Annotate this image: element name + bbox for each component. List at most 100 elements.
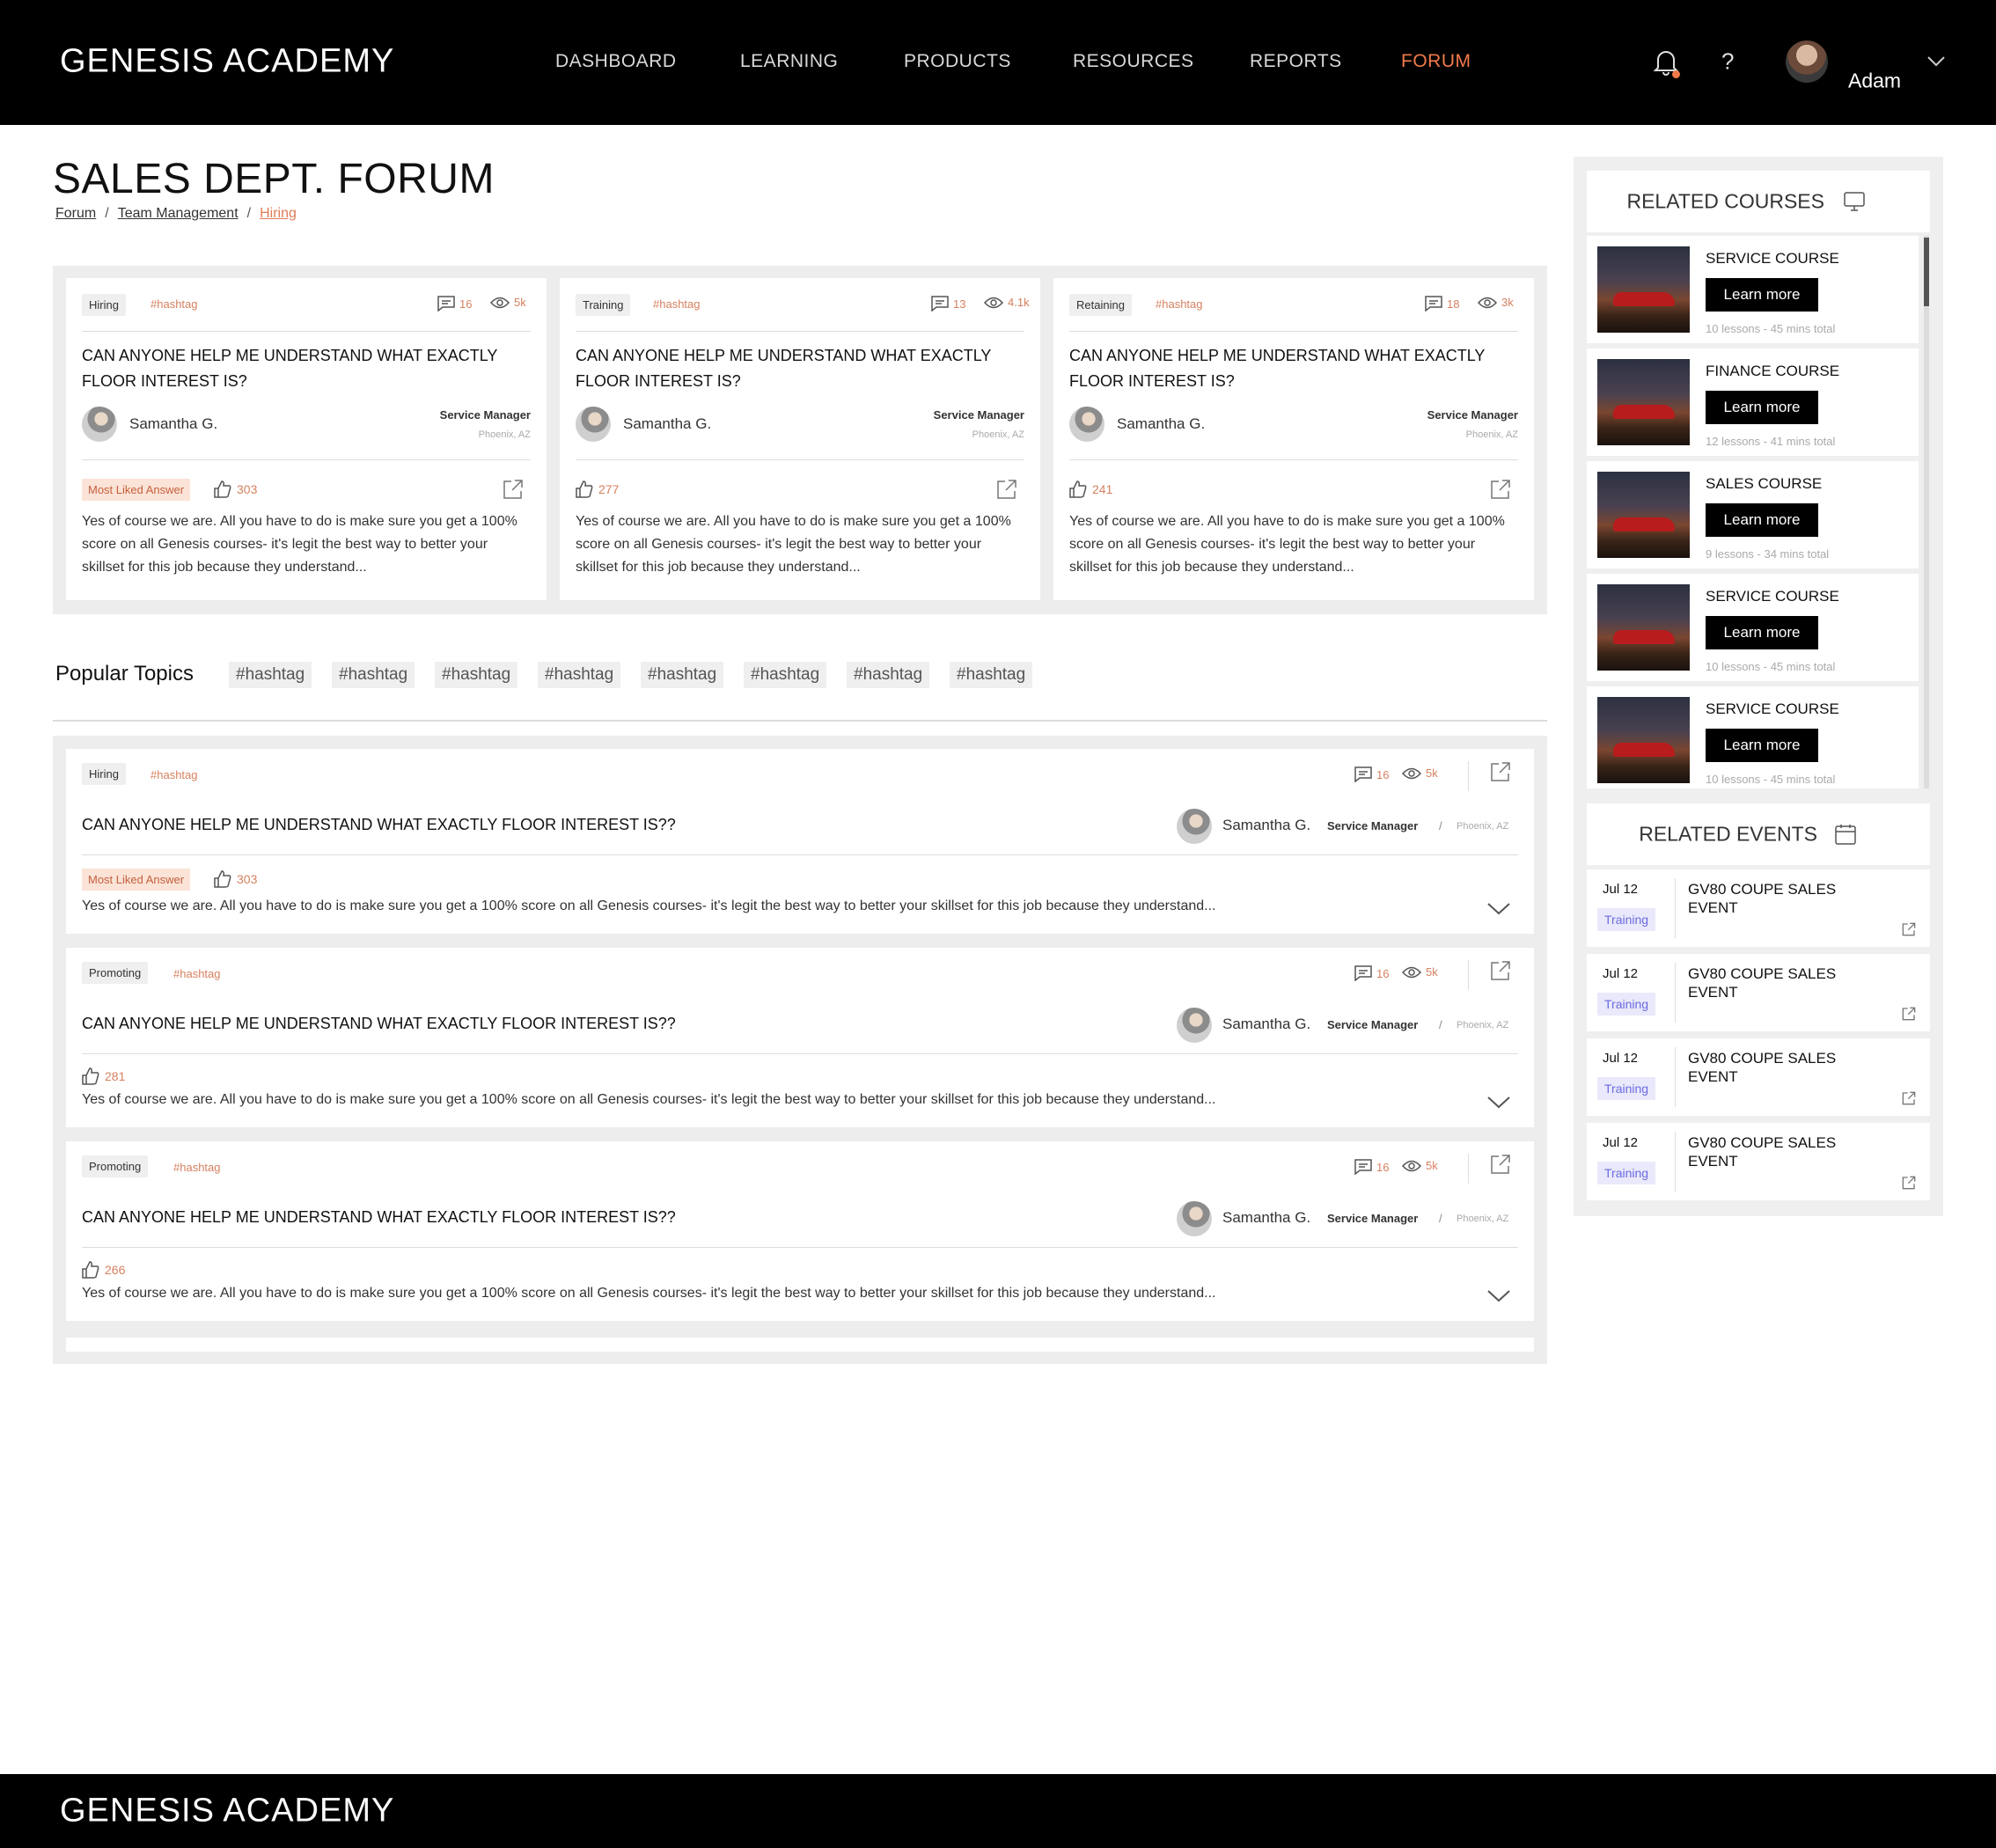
course-card[interactable]: SERVICE COURSE Learn more 10 lessons - 4…	[1587, 574, 1919, 681]
external-link-icon[interactable]	[1490, 960, 1511, 981]
breadcrumb-team-management[interactable]: Team Management	[118, 206, 238, 221]
event-title[interactable]: GV80 COUPE SALES EVENT	[1688, 880, 1864, 917]
genesis-academy-logo[interactable]: GENESIS ACADEMY	[60, 43, 394, 81]
like-button[interactable]: 303	[214, 870, 257, 888]
nav-dashboard[interactable]: DASHBOARD	[555, 51, 677, 72]
featured-post-card[interactable]: Hiring #hashtag 16 5k CAN ANYONE HELP ME…	[66, 278, 547, 600]
external-link-icon[interactable]	[1490, 1154, 1511, 1175]
external-link-icon[interactable]	[1490, 761, 1511, 782]
hashtag-link[interactable]: #hashtag	[173, 967, 221, 980]
event-card[interactable]: Jul 12 Training GV80 COUPE SALES EVENT	[1587, 1123, 1930, 1200]
author-name[interactable]: Samantha G.	[1222, 1209, 1310, 1227]
course-card[interactable]: FINANCE COURSE Learn more 12 lessons - 4…	[1587, 348, 1919, 456]
event-title[interactable]: GV80 COUPE SALES EVENT	[1688, 1049, 1864, 1086]
nav-resources[interactable]: RESOURCES	[1073, 51, 1194, 72]
author-avatar[interactable]	[1177, 809, 1212, 844]
post-row[interactable]: Hiring #hashtag 16 5k CAN ANYONE HELP ME…	[66, 749, 1534, 934]
topic-chip[interactable]: #hashtag	[538, 662, 621, 688]
post-row[interactable]: Promoting #hashtag 16 5k CAN ANYONE HELP…	[66, 948, 1534, 1127]
category-tag[interactable]: Retaining	[1069, 294, 1132, 316]
author-avatar[interactable]	[576, 407, 611, 442]
event-card[interactable]: Jul 12 Training GV80 COUPE SALES EVENT	[1587, 869, 1930, 947]
like-button[interactable]: 277	[576, 480, 619, 498]
event-card[interactable]: Jul 12 Training GV80 COUPE SALES EVENT	[1587, 954, 1930, 1031]
category-tag[interactable]: Hiring	[82, 763, 126, 785]
event-title[interactable]: GV80 COUPE SALES EVENT	[1688, 1133, 1864, 1170]
post-question[interactable]: CAN ANYONE HELP ME UNDERSTAND WHAT EXACT…	[82, 1015, 676, 1033]
course-card[interactable]: SALES COURSE Learn more 9 lessons - 34 m…	[1587, 461, 1919, 568]
post-row[interactable]: Promoting #hashtag 16 5k CAN ANYONE HELP…	[66, 1141, 1534, 1321]
category-tag[interactable]: Promoting	[82, 962, 149, 984]
like-button[interactable]: 241	[1069, 480, 1112, 498]
hashtag-link[interactable]: #hashtag	[1156, 297, 1203, 311]
post-question[interactable]: CAN ANYONE HELP ME UNDERSTAND WHAT EXACT…	[82, 343, 522, 394]
event-title[interactable]: GV80 COUPE SALES EVENT	[1688, 964, 1864, 1001]
chevron-down-icon[interactable]	[1486, 902, 1511, 916]
category-tag[interactable]: Training	[576, 294, 631, 316]
chevron-down-icon[interactable]	[1927, 56, 1945, 67]
learn-more-button[interactable]: Learn more	[1706, 729, 1818, 762]
nav-forum[interactable]: FORUM	[1401, 51, 1471, 72]
nav-products[interactable]: PRODUCTS	[904, 51, 1011, 72]
topic-chip[interactable]: #hashtag	[847, 662, 930, 688]
external-link-icon[interactable]	[503, 479, 524, 500]
post-question[interactable]: CAN ANYONE HELP ME UNDERSTAND WHAT EXACT…	[576, 343, 1016, 394]
topic-chip[interactable]: #hashtag	[950, 662, 1033, 688]
like-button[interactable]: 303	[214, 480, 257, 498]
topic-chip[interactable]: #hashtag	[332, 662, 415, 688]
external-link-icon[interactable]	[1902, 1176, 1916, 1190]
author-name[interactable]: Samantha G.	[1222, 817, 1310, 834]
author-avatar[interactable]	[82, 407, 117, 442]
external-link-icon[interactable]	[996, 479, 1017, 500]
author-name[interactable]: Samantha G.	[1117, 415, 1205, 433]
breadcrumb-hiring[interactable]: Hiring	[260, 206, 297, 221]
topic-chip[interactable]: #hashtag	[229, 662, 312, 688]
breadcrumb-forum[interactable]: Forum	[55, 206, 96, 221]
author-name[interactable]: Samantha G.	[129, 415, 217, 433]
hashtag-link[interactable]: #hashtag	[150, 297, 198, 311]
user-avatar[interactable]	[1786, 40, 1828, 83]
post-question[interactable]: CAN ANYONE HELP ME UNDERSTAND WHAT EXACT…	[1069, 343, 1509, 394]
hashtag-link[interactable]: #hashtag	[653, 297, 701, 311]
hashtag-link[interactable]: #hashtag	[150, 768, 198, 781]
external-link-icon[interactable]	[1902, 1091, 1916, 1105]
external-link-icon[interactable]	[1490, 479, 1511, 500]
topic-chip[interactable]: #hashtag	[435, 662, 518, 688]
category-tag[interactable]: Hiring	[82, 294, 126, 316]
courses-scrollbar-thumb[interactable]	[1924, 238, 1929, 306]
post-question[interactable]: CAN ANYONE HELP ME UNDERSTAND WHAT EXACT…	[82, 1208, 676, 1227]
hashtag-link[interactable]: #hashtag	[173, 1161, 221, 1174]
featured-post-card[interactable]: Retaining #hashtag 18 3k CAN ANYONE HELP…	[1053, 278, 1534, 600]
user-name[interactable]: Adam	[1848, 70, 1901, 93]
category-tag[interactable]: Promoting	[82, 1155, 149, 1177]
learn-more-button[interactable]: Learn more	[1706, 391, 1818, 424]
courses-scrollbar[interactable]	[1924, 236, 1929, 788]
course-card[interactable]: SERVICE COURSE Learn more 10 lessons - 4…	[1587, 236, 1919, 343]
external-link-icon[interactable]	[1902, 1007, 1916, 1021]
related-events-title: RELATED EVENTS	[1639, 822, 1817, 846]
learn-more-button[interactable]: Learn more	[1706, 278, 1818, 312]
post-question[interactable]: CAN ANYONE HELP ME UNDERSTAND WHAT EXACT…	[82, 816, 676, 834]
author-avatar[interactable]	[1069, 407, 1104, 442]
author-avatar[interactable]	[1177, 1201, 1212, 1236]
topic-chip[interactable]: #hashtag	[744, 662, 827, 688]
course-card[interactable]: SERVICE COURSE Learn more 10 lessons - 4…	[1587, 686, 1919, 788]
learn-more-button[interactable]: Learn more	[1706, 616, 1818, 649]
author-name[interactable]: Samantha G.	[623, 415, 711, 433]
author-name[interactable]: Samantha G.	[1222, 1016, 1310, 1033]
chevron-down-icon[interactable]	[1486, 1096, 1511, 1110]
thumbs-up-icon	[214, 480, 231, 498]
learn-more-button[interactable]: Learn more	[1706, 503, 1818, 537]
nav-reports[interactable]: REPORTS	[1250, 51, 1342, 72]
nav-learning[interactable]: LEARNING	[740, 51, 838, 72]
footer-logo[interactable]: GENESIS ACADEMY	[60, 1793, 394, 1830]
featured-post-card[interactable]: Training #hashtag 13 4.1k CAN ANYONE HEL…	[560, 278, 1040, 600]
external-link-icon[interactable]	[1902, 922, 1916, 936]
help-icon[interactable]: ?	[1721, 48, 1734, 76]
event-card[interactable]: Jul 12 Training GV80 COUPE SALES EVENT	[1587, 1038, 1930, 1116]
author-avatar[interactable]	[1177, 1008, 1212, 1043]
like-button[interactable]: 281	[82, 1067, 125, 1085]
chevron-down-icon[interactable]	[1486, 1289, 1511, 1303]
topic-chip[interactable]: #hashtag	[641, 662, 724, 688]
like-button[interactable]: 266	[82, 1261, 125, 1279]
